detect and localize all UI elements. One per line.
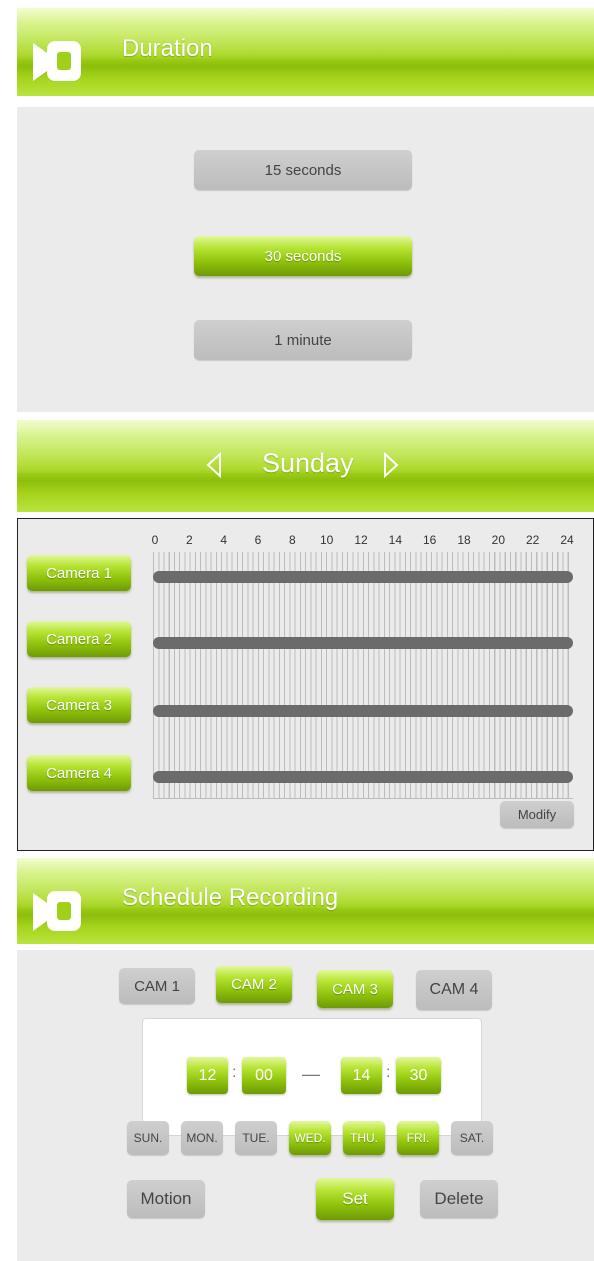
- camera-1-timeline-bar: [153, 571, 573, 583]
- day-thursday-toggle[interactable]: THU.: [343, 1121, 385, 1155]
- camera-4-timeline-bar: [153, 771, 573, 783]
- duration-option-30-seconds[interactable]: 30 seconds: [194, 236, 412, 276]
- camera-2-timeline-bar: [153, 637, 573, 649]
- duration-option-1-minute[interactable]: 1 minute: [194, 320, 412, 360]
- day-title: Sunday: [262, 448, 354, 478]
- start-time-separator: :: [232, 1064, 237, 1081]
- previous-day-arrow-icon[interactable]: [206, 452, 222, 478]
- cam-2-toggle[interactable]: CAM 2: [216, 966, 292, 1003]
- camera-1-button[interactable]: Camera 1: [27, 555, 131, 591]
- hour-tick-label: 10: [319, 533, 334, 547]
- hour-tick-label: 2: [185, 533, 193, 547]
- camera-4-button[interactable]: Camera 4: [27, 755, 131, 791]
- range-dash: —: [302, 1064, 320, 1084]
- duration-option-15-seconds[interactable]: 15 seconds: [194, 150, 412, 190]
- next-day-arrow-icon[interactable]: [383, 452, 399, 478]
- duration-title: Duration: [122, 35, 213, 62]
- delete-button[interactable]: Delete: [420, 1180, 498, 1218]
- hour-tick-label: 6: [254, 533, 262, 547]
- hour-tick-label: 18: [457, 533, 471, 547]
- day-friday-toggle[interactable]: FRI.: [397, 1121, 439, 1155]
- day-monday-toggle[interactable]: MON.: [181, 1121, 223, 1155]
- timeline-grid: [153, 552, 573, 799]
- hour-tick-label: 14: [388, 533, 403, 547]
- set-button[interactable]: Set: [316, 1178, 394, 1220]
- cam-1-toggle[interactable]: CAM 1: [119, 968, 195, 1004]
- hour-tick-label: 8: [288, 533, 296, 547]
- hour-tick-label: 22: [525, 533, 540, 547]
- modify-button[interactable]: Modify: [500, 801, 574, 828]
- motion-button[interactable]: Motion: [127, 1180, 205, 1218]
- end-time-separator: :: [386, 1064, 391, 1081]
- video-camera-icon: [33, 891, 81, 931]
- hour-tick-label: 4: [220, 533, 227, 547]
- day-sunday-toggle[interactable]: SUN.: [127, 1121, 169, 1155]
- hour-tick-label: 24: [560, 533, 574, 547]
- end-hour-field[interactable]: 14: [341, 1057, 382, 1094]
- camera-3-button[interactable]: Camera 3: [27, 687, 131, 723]
- cam-3-toggle[interactable]: CAM 3: [317, 970, 393, 1008]
- hour-tick-label: 20: [491, 533, 506, 547]
- hour-tick-label: 12: [354, 533, 368, 547]
- start-hour-field[interactable]: 12: [187, 1057, 228, 1094]
- hour-tick-label: 16: [422, 533, 437, 547]
- day-saturday-toggle[interactable]: SAT.: [451, 1121, 493, 1155]
- cam-4-toggle[interactable]: CAM 4: [416, 970, 492, 1010]
- hour-tick-label: 0: [151, 533, 159, 547]
- schedule-title: Schedule Recording: [122, 884, 339, 911]
- camera-2-button[interactable]: Camera 2: [27, 621, 131, 657]
- start-minute-field[interactable]: 00: [242, 1057, 286, 1094]
- day-tuesday-toggle[interactable]: TUE.: [235, 1121, 277, 1155]
- video-camera-icon: [33, 41, 81, 81]
- end-minute-field[interactable]: 30: [396, 1057, 441, 1094]
- camera-3-timeline-bar: [153, 705, 573, 717]
- duration-header-bar: [17, 8, 594, 96]
- day-wednesday-toggle[interactable]: WED.: [289, 1121, 331, 1155]
